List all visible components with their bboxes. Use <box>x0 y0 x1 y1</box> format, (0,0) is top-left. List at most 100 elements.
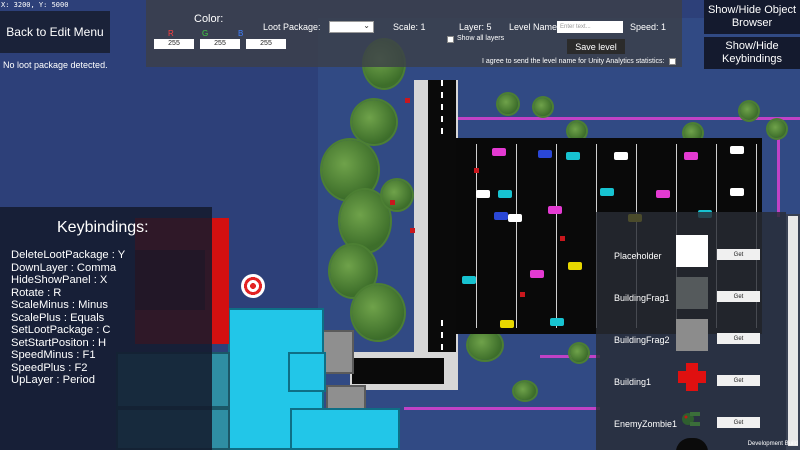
object-browser-panel: Placeholder Get BuildingFrag1 Get Buildi… <box>596 212 786 450</box>
car <box>566 152 580 160</box>
car <box>614 152 628 160</box>
show-all-layers-checkbox[interactable] <box>447 36 454 43</box>
keybindings-panel: Keybindings: DeleteLootPackage : Y DownL… <box>0 207 212 450</box>
keybinding-item: SetStartPositon : H <box>11 336 107 349</box>
object-name: Building1 <box>614 377 652 387</box>
car <box>684 152 698 160</box>
car <box>494 212 508 220</box>
start-position-marker-icon <box>241 274 265 298</box>
car <box>568 262 582 270</box>
object-name: BuildingFrag2 <box>614 335 670 345</box>
keybinding-item: HideShowPanel : X <box>11 274 108 286</box>
analytics-consent-label: I agree to send the level name for Unity… <box>482 58 665 65</box>
object-item-placeholder: Placeholder Get <box>596 228 786 270</box>
loot-marker <box>520 292 525 297</box>
show-all-layers-label: Show all layers <box>457 35 505 42</box>
car <box>530 270 544 278</box>
road <box>352 358 444 384</box>
tree <box>352 100 396 144</box>
loot-marker <box>560 236 565 241</box>
back-to-edit-menu-button[interactable]: Back to Edit Menu <box>0 11 110 53</box>
speed-label: Speed: 1 <box>630 22 667 32</box>
object-item-partial <box>676 438 708 450</box>
object-browser-scrollbar[interactable] <box>786 214 800 450</box>
tree <box>740 102 758 120</box>
fence <box>404 407 600 410</box>
tree <box>352 285 404 340</box>
car <box>550 318 564 326</box>
object-preview <box>676 361 708 393</box>
chevron-down-icon: ⌄ <box>363 21 370 30</box>
keybindings-list: DeleteLootPackage : Y DownLayer : Comma … <box>11 249 125 387</box>
keybinding-item: DownLayer : Comma <box>11 261 117 274</box>
layer-label: Layer: 5 <box>459 22 492 32</box>
loot-status-text: No loot package detected. <box>3 60 108 70</box>
keybinding-item: ScaleMinus : Minus <box>11 299 108 311</box>
blue-value-input[interactable]: 255 <box>246 39 286 49</box>
object-name: EnemyZombie1 <box>614 419 678 429</box>
tree <box>498 94 518 114</box>
get-button[interactable]: Get <box>717 375 760 386</box>
tree <box>468 330 502 360</box>
tree <box>514 382 536 400</box>
green-value-input[interactable]: 255 <box>200 39 240 49</box>
building1-icon <box>678 363 706 391</box>
r-label: R <box>168 29 174 38</box>
car <box>538 150 552 158</box>
object-name: BuildingFrag1 <box>614 293 670 303</box>
car <box>600 188 614 196</box>
zombie-icon <box>682 412 700 426</box>
car <box>656 190 670 198</box>
get-button[interactable]: Get <box>717 249 760 260</box>
car <box>508 214 522 222</box>
object-preview <box>676 319 708 351</box>
loot-package-dropdown[interactable]: ⌄ <box>329 21 374 33</box>
object-preview <box>676 235 708 267</box>
b-label: B <box>238 29 244 38</box>
object-item-enemyzombie1: EnemyZombie1 Get <box>596 396 786 438</box>
keybinding-item: SpeedPlus : F2 <box>11 361 88 374</box>
road <box>430 140 456 320</box>
scale-label: Scale: 1 <box>393 22 426 32</box>
save-level-button[interactable]: Save level <box>567 39 625 54</box>
tree <box>534 98 552 116</box>
car <box>548 206 562 214</box>
toggle-object-browser-button[interactable]: Show/Hide Object Browser <box>704 0 800 34</box>
level-name-label: Level Name: <box>509 22 560 32</box>
get-button[interactable]: Get <box>717 291 760 302</box>
get-button[interactable]: Get <box>717 333 760 344</box>
top-settings-panel: Color: R G B 255 255 255 Loot Package: ⌄… <box>146 0 682 67</box>
loot-marker <box>390 200 395 205</box>
building <box>288 352 326 392</box>
red-value-input[interactable]: 255 <box>154 39 194 49</box>
analytics-consent-checkbox[interactable] <box>669 58 676 65</box>
scrollbar-thumb[interactable] <box>788 216 798 446</box>
object-preview <box>676 403 708 435</box>
object-item-buildingfrag1: BuildingFrag1 Get <box>596 270 786 312</box>
loot-marker <box>474 168 479 173</box>
tree <box>570 344 588 362</box>
loot-marker <box>410 228 415 233</box>
keybinding-item: ScalePlus : Equals <box>11 311 105 324</box>
object-item-buildingfrag2: BuildingFrag2 Get <box>596 312 786 354</box>
keybinding-item: SpeedMinus : F1 <box>11 349 96 361</box>
car <box>730 146 744 154</box>
g-label: G <box>202 29 209 38</box>
building <box>290 408 400 450</box>
loot-package-label: Loot Package: <box>263 22 321 32</box>
car <box>462 276 476 284</box>
object-item-building1: Building1 Get <box>596 354 786 396</box>
keybinding-item: Rotate : R <box>11 286 62 299</box>
toggle-keybindings-button[interactable]: Show/Hide Keybindings <box>704 37 800 69</box>
coordinates-readout: X: 3200, Y: 5000 <box>1 1 69 9</box>
loot-marker <box>405 98 410 103</box>
object-preview <box>676 277 708 309</box>
development-build-label: Development Build <box>747 441 798 447</box>
keybinding-item: SetLootPackage : C <box>11 324 111 336</box>
level-name-input[interactable]: Enter text... <box>557 21 623 33</box>
color-label: Color: <box>194 13 224 25</box>
get-button[interactable]: Get <box>717 417 760 428</box>
car <box>476 190 490 198</box>
keybindings-title: Keybindings: <box>57 219 149 236</box>
car <box>492 148 506 156</box>
